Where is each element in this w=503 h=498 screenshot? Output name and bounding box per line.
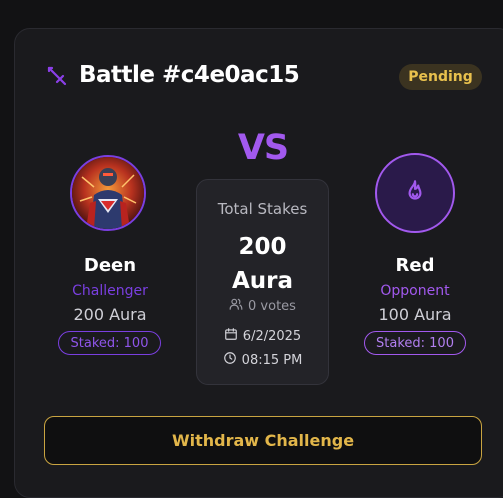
total-stakes-amount: 200 Aura — [197, 230, 328, 298]
votes-row: 0 votes — [197, 297, 328, 315]
status-badge: Pending — [399, 64, 482, 90]
challenger-role: Challenger — [72, 283, 148, 299]
calendar-icon — [224, 327, 238, 345]
total-stakes-value: 200 — [238, 234, 287, 260]
opponent-info: Red Opponent 100 Aura — [350, 255, 480, 327]
vs-label: VS — [237, 128, 289, 168]
clock-icon — [223, 351, 237, 369]
date-row: 6/2/2025 — [197, 327, 328, 345]
opponent-name: Red — [395, 255, 435, 276]
flame-icon — [402, 178, 428, 208]
battle-title: Battle #c4e0ac15 — [79, 62, 300, 88]
opponent-aura: 100 Aura — [378, 305, 452, 324]
total-stakes-label: Total Stakes — [217, 200, 308, 218]
challenger-info: Deen Challenger 200 Aura — [45, 255, 175, 327]
total-stakes-panel: Total Stakes 200 Aura 0 votes 6/2/2025 0… — [196, 179, 329, 385]
withdraw-challenge-button[interactable]: Withdraw Challenge — [44, 416, 482, 465]
opponent-avatar[interactable] — [375, 153, 455, 233]
opponent-role: Opponent — [380, 283, 450, 299]
challenger-aura: 200 Aura — [73, 305, 147, 324]
sword-icon — [45, 64, 69, 88]
challenger-name: Deen — [83, 255, 137, 276]
users-icon — [229, 297, 243, 315]
total-stakes-unit: Aura — [231, 268, 294, 294]
challenger-avatar[interactable] — [70, 155, 146, 231]
opponent-staked-badge: Staked: 100 — [364, 331, 466, 355]
battle-date: 6/2/2025 — [242, 328, 302, 344]
challenger-staked-badge: Staked: 100 — [58, 331, 161, 355]
votes-count: 0 votes — [248, 298, 296, 314]
battle-time: 08:15 PM — [241, 352, 303, 368]
time-row: 08:15 PM — [197, 351, 328, 369]
